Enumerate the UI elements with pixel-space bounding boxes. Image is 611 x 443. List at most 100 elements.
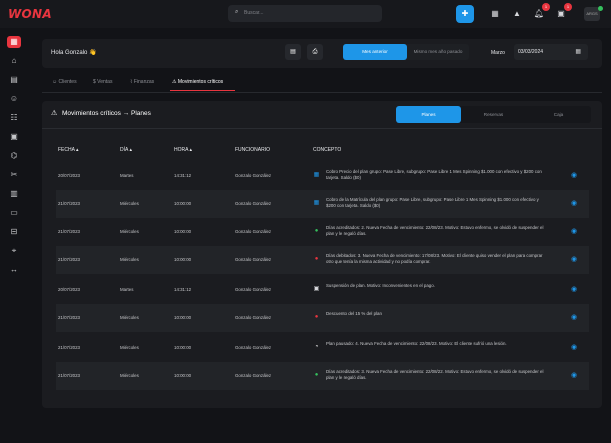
cell-dia: Miércoles: [120, 315, 139, 320]
view-eye-icon[interactable]: ◉: [569, 171, 579, 181]
warning-icon: ⚠: [51, 110, 58, 117]
minus-circle-icon: ●: [314, 256, 319, 262]
cell-fecha: 21/07/2023: [58, 345, 80, 350]
barbell-icon[interactable]: ⊟: [7, 226, 21, 238]
x-circle-icon: ●: [314, 314, 319, 320]
tab-divider: [42, 92, 602, 93]
add-user-button[interactable]: ✚: [456, 5, 474, 23]
graduation-icon[interactable]: ▲: [511, 8, 523, 20]
printer-icon: ⎙: [312, 49, 318, 55]
users-icon[interactable]: ☺: [7, 93, 21, 105]
cell-funcionario: Gonzalo González: [235, 201, 272, 206]
cell-funcionario: Gonzalo González: [235, 345, 272, 350]
table-row[interactable]: 21/07/2023 Miércoles 10:00:00 Gonzalo Gonzá…: [56, 190, 589, 218]
cell-hora: 14:31:12: [174, 173, 192, 178]
cell-funcionario: Gonzalo González: [235, 257, 272, 262]
home-icon[interactable]: ⌂: [7, 55, 21, 67]
tab-ventas[interactable]: $ Ventas: [93, 79, 112, 85]
print-button[interactable]: ⎙: [307, 44, 323, 60]
calendar-icon[interactable]: ▦: [489, 8, 501, 20]
cell-funcionario: Gonzalo González: [235, 315, 272, 320]
comparison-toggle: Mes anterior Mismo mes año pasado: [343, 44, 469, 60]
id-card-icon[interactable]: ▣ 1: [555, 3, 572, 20]
cell-hora: 14:31:12: [174, 287, 192, 292]
plus-circle-icon: ●: [314, 228, 319, 234]
view-eye-icon[interactable]: ◉: [569, 227, 579, 237]
card-icon[interactable]: ▭: [7, 207, 21, 219]
cell-dia: Miércoles: [120, 229, 139, 234]
online-status-dot: [598, 6, 603, 11]
filter-caja[interactable]: Caja: [526, 106, 591, 123]
sidebar: ▦ ⌂ ▤ ☺ ☷ ▣ ⌬ ✂ ▥ ▭ ⊟ ⌖ ↔: [0, 28, 28, 443]
tab-movimientos-criticos[interactable]: ⚠ Movimientos críticos: [172, 79, 223, 85]
cell-hora: 10:00:00: [174, 201, 192, 206]
view-eye-icon[interactable]: ◉: [569, 313, 579, 323]
previous-month-button[interactable]: Mes anterior: [343, 44, 407, 60]
user-plus-icon: ✚: [461, 9, 469, 18]
dumbbell-icon[interactable]: ↔: [7, 264, 21, 276]
cell-dia: Martes: [120, 287, 134, 292]
divider: [42, 128, 602, 129]
export-file-button[interactable]: ▤: [285, 44, 301, 60]
id-badge-icon: ▣: [313, 286, 320, 292]
date-picker[interactable]: 03/03/2024 ▦: [514, 44, 588, 60]
table-row[interactable]: 21/07/2023 Miércoles 10:00:00 Gonzalo Gonzá…: [56, 334, 589, 362]
view-eye-icon[interactable]: ◉: [569, 371, 579, 381]
tab-clientes[interactable]: ☺ Clientes: [52, 79, 77, 85]
cell-dia: Miércoles: [120, 345, 139, 350]
table-header: FECHA ▴ DÍA ▴ HORA ▴ FUNCIONARIO CONCEPT…: [56, 138, 589, 162]
view-eye-icon[interactable]: ◉: [569, 285, 579, 295]
cell-concepto: Suspensión de plan. Motivo: Inconvenient…: [326, 283, 435, 288]
section-title: Movimientos críticos → Planes: [62, 110, 151, 117]
id-card-badge: 1: [564, 3, 572, 11]
calculator-icon: ▦: [313, 200, 320, 206]
search-placeholder[interactable]: Buscar...: [244, 10, 263, 16]
view-eye-icon[interactable]: ◉: [569, 199, 579, 209]
cell-fecha: 21/07/2023: [58, 229, 80, 234]
col-hora[interactable]: HORA ▴: [174, 147, 192, 153]
clock-icon: ◔: [314, 344, 319, 350]
view-eye-icon[interactable]: ◉: [569, 343, 579, 353]
id-icon[interactable]: ☷: [7, 112, 21, 124]
cell-concepto: Días debitados: 3. Nueva Fecha de vencim…: [326, 253, 543, 264]
school-icon[interactable]: ⌖: [7, 245, 21, 257]
cell-concepto: Plan pausado: 4. Nueva Fecha de vencimie…: [326, 341, 507, 346]
topbar: WONA ⌕ Buscar... ✚ ▦ ▲ 🔔︎ 1 ▣ 1 ARGS: [0, 0, 611, 28]
table-row[interactable]: 21/07/2023 Miércoles 10:00:00 Gonzalo Gonzá…: [56, 218, 589, 246]
tab-finanzas[interactable]: ⌇ Finanzas: [130, 79, 154, 85]
cell-concepto: Días acreditados: 2. Nueva Fecha de venc…: [326, 225, 544, 236]
col-funcionario: FUNCIONARIO: [235, 147, 270, 153]
table-row[interactable]: 21/07/2023 Miércoles 10:00:00 Gonzalo Gonzá…: [56, 246, 589, 274]
active-tab-underline: [170, 90, 235, 91]
table-row[interactable]: 20/07/2023 Martes 14:31:12 Gonzalo González…: [56, 162, 589, 190]
cell-fecha: 21/07/2023: [58, 201, 80, 206]
cell-dia: Miércoles: [120, 257, 139, 262]
dashboard-icon[interactable]: ▦: [7, 36, 21, 48]
report-icon[interactable]: ▥: [7, 188, 21, 200]
cell-fecha: 20/07/2023: [58, 173, 80, 178]
tools-icon[interactable]: ✂: [7, 169, 21, 181]
cell-funcionario: Gonzalo González: [235, 229, 272, 234]
cell-funcionario: Gonzalo González: [235, 373, 272, 378]
date-value[interactable]: 03/03/2024: [518, 49, 543, 55]
calendar-icon[interactable]: ▦: [575, 48, 581, 55]
briefcase-icon[interactable]: ▣: [7, 131, 21, 143]
bell-icon[interactable]: 🔔︎ 1: [533, 3, 550, 20]
table-row[interactable]: 21/07/2023 Miércoles 10:00:00 Gonzalo Gonzá…: [56, 304, 589, 332]
cell-hora: 10:00:00: [174, 257, 192, 262]
view-eye-icon[interactable]: ◉: [569, 255, 579, 265]
warehouse-icon[interactable]: ⌬: [7, 150, 21, 162]
filter-reservas[interactable]: Reservas: [461, 106, 526, 123]
movements-card: ⚠ Movimientos críticos → Planes Planes R…: [42, 101, 602, 408]
table-row[interactable]: 21/07/2023 Miércoles 10:00:00 Gonzalo Gonzá…: [56, 362, 589, 390]
calendar-icon[interactable]: ▤: [7, 74, 21, 86]
table-row[interactable]: 20/07/2023 Martes 14:31:12 Gonzalo González…: [56, 276, 589, 304]
col-fecha[interactable]: FECHA ▴: [58, 147, 79, 153]
cell-dia: Miércoles: [120, 373, 139, 378]
search-box[interactable]: ⌕ Buscar...: [228, 5, 382, 22]
filter-planes[interactable]: Planes: [396, 106, 461, 123]
cell-dia: Martes: [120, 173, 134, 178]
logo: WONA: [8, 7, 52, 21]
same-month-last-year-button[interactable]: Mismo mes año pasado: [407, 44, 469, 60]
col-dia[interactable]: DÍA ▴: [120, 147, 132, 153]
